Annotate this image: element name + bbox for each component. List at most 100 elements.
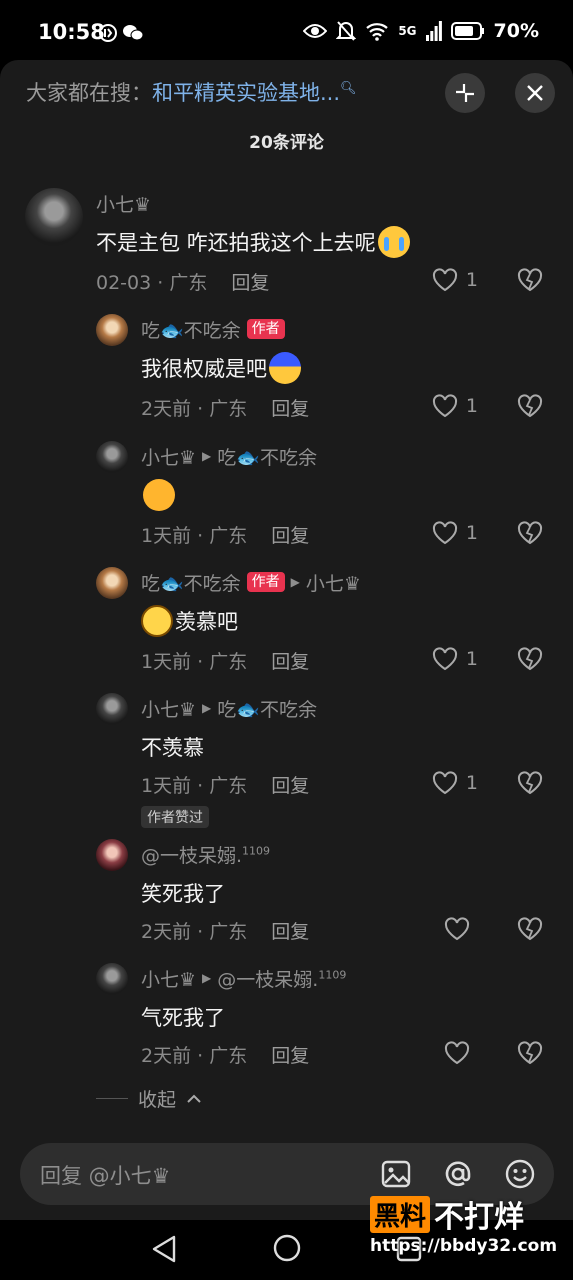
like-button[interactable]: 1 [432,268,478,292]
reply-button[interactable]: 回复 [271,651,309,673]
like-count: 1 [465,772,478,794]
collapse-label: 收起 [138,1089,177,1111]
reply-to-user[interactable]: 吃🐟不吃余 [217,443,317,470]
like-count: 1 [465,269,478,291]
comment-text [141,479,317,511]
username[interactable]: 吃🐟不吃余 [141,316,241,343]
emoji-icon[interactable] [504,1158,536,1190]
comment-item: 小七♛ 不是主包 咋还拍我这个上去呢 02-03 · 广东 回复 1 [0,188,573,298]
avatar[interactable] [96,963,128,995]
username[interactable]: 小七♛ [96,190,151,217]
avatar[interactable] [25,188,83,246]
author-badge: 作者 [246,319,285,339]
avatar[interactable] [96,693,128,725]
battery-level: 70% [493,20,539,42]
like-count: 1 [465,648,478,670]
like-button[interactable] [444,917,478,941]
signal-icon [425,21,442,41]
like-button[interactable]: 1 [432,771,478,795]
comment-body: @一枝呆嫋.1109 笑死我了 [141,841,270,909]
comment-location: 广东 [209,398,248,420]
dislike-icon[interactable] [517,1041,543,1065]
username[interactable]: 小七♛ [141,695,196,722]
reply-button[interactable]: 回复 [271,1045,309,1067]
comment-body: 吃🐟不吃余 作者 ▶ 小七♛ 羡慕吧 [141,569,361,637]
reply-item: 吃🐟不吃余 作者 ▶ 小七♛ 羡慕吧 1天前 · 广东 回复 1 [0,567,573,677]
search-keyword[interactable]: 和平精英实验基地... [152,81,340,105]
status-left-icons [98,23,144,43]
comment-location: 广东 [209,651,248,673]
reply-input[interactable]: 回复 @小七♛ [40,1160,171,1190]
like-button[interactable]: 1 [432,647,478,671]
heart-icon [432,268,457,292]
avatar[interactable] [96,441,128,473]
comment-meta: 1天前 · 广东 回复 [141,775,310,797]
username[interactable]: 小七♛ [141,965,196,992]
minimize-button[interactable] [445,73,485,113]
reply-to-user[interactable]: @一枝呆嫋.1109 [217,965,346,992]
reply-item: 小七♛ ▶ @一枝呆嫋.1109 气死我了 2天前 · 广东 回复 [0,963,573,1073]
reply-item: 小七♛ ▶ 吃🐟不吃余 不羡慕 1天前 · 广东 回复 1 作者赞过 [0,693,573,833]
reply-button[interactable]: 回复 [231,272,269,294]
heart-icon [432,394,457,418]
back-icon[interactable] [150,1234,178,1264]
close-icon [527,85,543,101]
comment-body: 小七♛ 不是主包 咋还拍我这个上去呢 [96,190,410,258]
like-button[interactable]: 1 [432,394,478,418]
crying-laughing-emoji [143,479,175,511]
avatar[interactable] [96,839,128,871]
reply-arrow-icon: ▶ [202,971,212,985]
username[interactable]: @一枝呆嫋.1109 [141,841,270,868]
like-button[interactable]: 1 [432,521,478,545]
search-icon: 🔍︎ [340,81,357,96]
comment-text: 羡慕吧 [141,605,361,637]
author-liked-tag: 作者赞过 [141,806,209,828]
comment-location: 广东 [169,272,208,294]
comment-date: 2天前 [141,1045,192,1067]
wechat-icon [123,25,144,41]
like-button[interactable] [444,1041,478,1065]
comment-location: 广东 [209,921,248,943]
comment-body: 小七♛ ▶ 吃🐟不吃余 不羡慕 [141,695,317,763]
reply-to-user[interactable]: 吃🐟不吃余 [217,695,317,722]
at-icon[interactable] [442,1158,474,1190]
dislike-icon[interactable] [517,521,543,545]
dislike-icon[interactable] [517,647,543,671]
comment-meta: 1天前 · 广东 回复 [141,651,310,673]
reply-button[interactable]: 回复 [271,398,309,420]
comment-meta: 1天前 · 广东 回复 [141,525,310,547]
image-icon[interactable] [380,1158,412,1190]
heart-icon [432,647,457,671]
comment-text: 气死我了 [141,1006,225,1030]
comment-meta: 2天前 · 广东 回复 [141,921,310,943]
comment-body: 吃🐟不吃余 作者 我很权威是吧 [141,316,301,384]
collapse-replies-button[interactable]: 收起 [96,1085,202,1112]
comment-location: 广东 [209,775,248,797]
avatar[interactable] [96,567,128,599]
avatar[interactable] [96,314,128,346]
dislike-icon[interactable] [517,771,543,795]
username[interactable]: 吃🐟不吃余 [141,569,241,596]
heart-icon [444,1041,470,1065]
comment-location: 广东 [209,1045,248,1067]
reply-to-user[interactable]: 小七♛ [306,569,361,596]
dislike-icon[interactable] [517,394,543,418]
search-suggestion[interactable]: 大家都在搜：和平精英实验基地...🔍︎ [26,77,357,107]
username[interactable]: 小七♛ [141,443,196,470]
battery-icon [450,22,484,40]
like-count: 1 [465,522,478,544]
home-icon[interactable] [272,1233,302,1263]
dislike-icon[interactable] [517,268,543,292]
comment-location: 广东 [209,525,248,547]
dislike-icon[interactable] [517,917,543,941]
comment-date: 1天前 [141,775,192,797]
wifi-icon [366,23,389,41]
reply-item: @一枝呆嫋.1109 笑死我了 2天前 · 广东 回复 [0,839,573,949]
reply-button[interactable]: 回复 [271,921,309,943]
comment-meta: 2天前 · 广东 回复 [141,398,310,420]
reply-button[interactable]: 回复 [271,525,309,547]
reply-item: 吃🐟不吃余 作者 我很权威是吧 2天前 · 广东 回复 1 [0,314,573,424]
close-button[interactable] [515,73,555,113]
reply-button[interactable]: 回复 [271,775,309,797]
reply-arrow-icon: ▶ [202,449,212,463]
